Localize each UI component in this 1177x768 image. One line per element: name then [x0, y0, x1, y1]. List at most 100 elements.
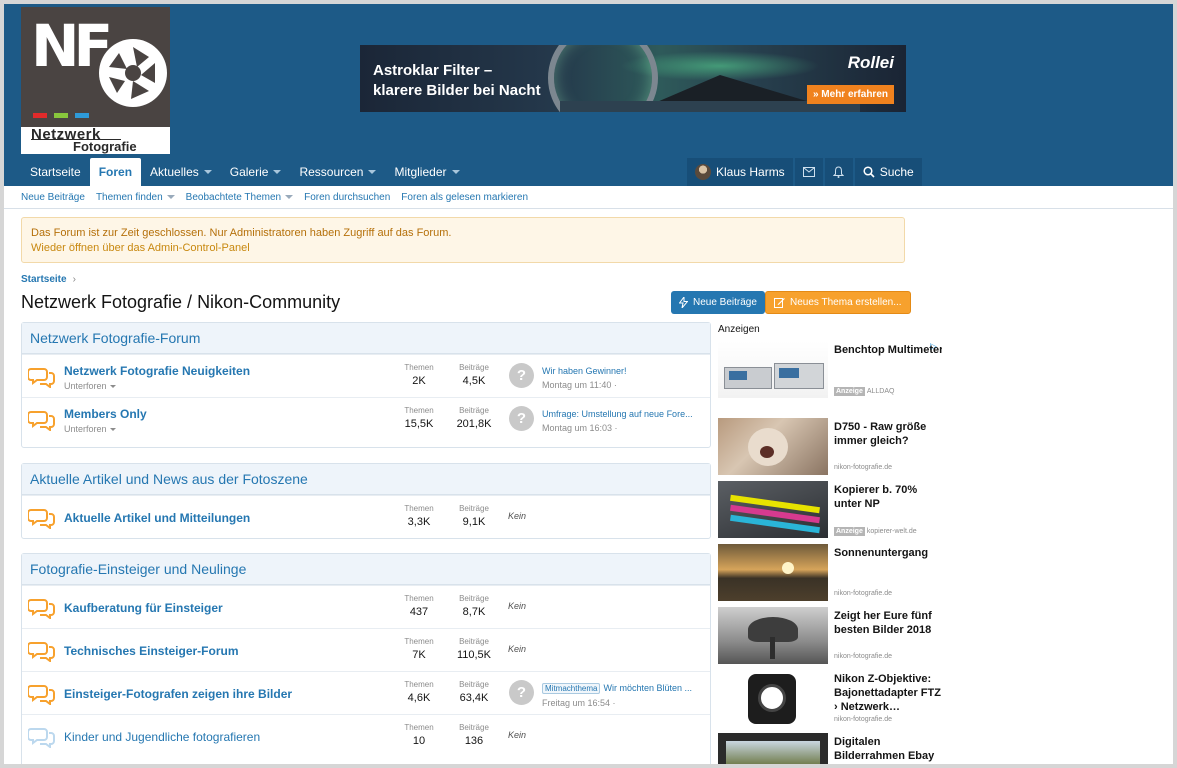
forum-link[interactable]: Aktuelle Artikel und Mitteilungen	[64, 511, 250, 525]
user-menu[interactable]: Klaus Harms	[687, 158, 793, 186]
nav-tab-aktuelles[interactable]: Aktuelles	[141, 158, 221, 186]
subnav-new-posts[interactable]: Neue Beiträge	[21, 192, 85, 203]
nav-tab-galerie[interactable]: Galerie	[221, 158, 291, 186]
ad-item[interactable]: Nikon Z-Objektive: Bajonettadapter FTZ ›…	[718, 670, 942, 730]
last-post-date[interactable]: Freitag um 16:54 ·	[542, 696, 707, 710]
last-post-date[interactable]: Montag um 16:03 ·	[542, 421, 707, 435]
banner-headline-line2: klarere Bilder bei Nacht	[373, 82, 541, 99]
sidebar-ads: ▷ Benchtop Multimeter Anzeige ALLDAQ D750…	[718, 338, 942, 768]
ad-item[interactable]: Zeigt her Eure fünf besten Bilder 2018 n…	[718, 607, 942, 667]
chevron-down-icon[interactable]	[273, 170, 282, 174]
thread-prefix-tag[interactable]: Mitmachthema	[542, 683, 601, 694]
stat-value: 4,5K	[462, 375, 486, 387]
chevron-down-icon	[109, 384, 116, 388]
stat-label: Beiträge	[459, 723, 489, 732]
forum-row: Einsteiger-Fotografen zeigen ihre Bilder…	[22, 671, 710, 714]
forum-link[interactable]: Technisches Einsteiger-Forum	[64, 644, 239, 658]
user-name: Klaus Harms	[716, 165, 785, 179]
forum-row: Members Only Unterforen Themen 15,5K Beit…	[22, 397, 710, 444]
avatar[interactable]: ?	[509, 363, 534, 388]
breadcrumb-separator: ›	[72, 274, 76, 285]
nav-tab-label: Ressourcen	[299, 165, 364, 179]
forum-link[interactable]: Netzwerk Fotografie Neuigkeiten	[64, 364, 250, 378]
nav-tab-ressourcen[interactable]: Ressourcen	[290, 158, 385, 186]
ad-image	[718, 544, 828, 601]
admin-panel-link[interactable]: Wieder öffnen über das Admin-Control-Pan…	[31, 241, 895, 256]
ad-source: Anzeige ALLDAQ	[834, 387, 894, 396]
subnav-find-threads[interactable]: Themen finden	[96, 192, 175, 203]
last-post-link[interactable]: Umfrage: Umstellung auf neue Fore...	[542, 407, 707, 421]
avatar[interactable]: ?	[509, 680, 534, 705]
category-title[interactable]: Aktuelle Artikel und News aus der Fotosz…	[22, 464, 710, 495]
subnav-mark-read[interactable]: Foren als gelesen markieren	[401, 192, 528, 203]
chevron-down-icon[interactable]	[451, 170, 460, 174]
forum-link[interactable]: Kinder und Jugendliche fotografieren	[64, 730, 260, 744]
category-block: Fotografie-Einsteiger und Neulinge Kaufb…	[21, 553, 711, 768]
breadcrumb-home-link[interactable]: Startseite	[21, 274, 67, 285]
nav-tab-startseite[interactable]: Startseite	[21, 158, 90, 186]
category-title[interactable]: Netzwerk Fotografie-Forum	[22, 323, 710, 354]
subnav-label: Themen finden	[95, 191, 163, 203]
ad-source-name: ALLDAQ	[866, 388, 895, 395]
edit-icon	[774, 298, 785, 308]
search-button[interactable]: Suche	[854, 158, 922, 186]
post-count: Beiträge 63,4K	[449, 679, 499, 707]
banner-ad[interactable]: Astroklar Filter – klarere Bilder bei Na…	[360, 45, 906, 112]
main-nav: Startseite Foren Aktuelles Galerie Resso…	[21, 158, 469, 186]
site-logo[interactable]: NF Netzwerk Fotografie	[21, 7, 170, 154]
forum-bubbles-icon	[28, 685, 55, 705]
stat-value: 3,3K	[407, 516, 431, 528]
page-title: Netzwerk Fotografie / Nikon-Community	[21, 292, 341, 312]
subforums-toggle[interactable]: Unterforen	[64, 381, 116, 391]
ad-item[interactable]: Digitalen Bilderrahmen Ebay kaufen	[718, 733, 942, 768]
ad-item[interactable]: Benchtop Multimeter Anzeige ALLDAQ	[718, 341, 942, 401]
last-post-link[interactable]: Wir möchten Blüten ...	[603, 683, 692, 693]
forum-link[interactable]: Members Only	[64, 407, 147, 421]
ad-item[interactable]: Kopierer b. 70% unter NP Anzeige kopierer…	[718, 481, 942, 541]
chevron-down-icon[interactable]	[285, 195, 294, 199]
stat-value: 201,8K	[456, 418, 492, 430]
chevron-down-icon[interactable]	[368, 170, 377, 174]
subnav-watched-threads[interactable]: Beobachtete Themen	[186, 192, 294, 203]
nav-tab-foren[interactable]: Foren	[89, 158, 142, 186]
chevron-down-icon[interactable]	[166, 195, 175, 199]
forum-bubbles-read-icon	[28, 728, 55, 748]
thread-count: Themen 10	[394, 722, 444, 750]
subnav-search-forums[interactable]: Foren durchsuchen	[304, 192, 390, 203]
breadcrumb: Startseite ›	[21, 274, 76, 285]
post-count: Beiträge 4,5K	[449, 362, 499, 390]
ad-headline: Zeigt her Eure fünf besten Bilder 2018	[834, 610, 932, 636]
subnav-label: Foren als gelesen markieren	[401, 191, 529, 203]
ad-image	[718, 481, 828, 538]
thread-count: Themen 4,6K	[394, 679, 444, 707]
category-block: Netzwerk Fotografie-Forum Netzwerk Fotog…	[21, 322, 711, 448]
last-post-link[interactable]: Wir haben Gewinner!	[542, 364, 707, 378]
no-last-post: Kein	[508, 511, 527, 521]
forum-link[interactable]: Kaufberatung für Einsteiger	[64, 601, 223, 615]
chevron-down-icon[interactable]	[203, 170, 212, 174]
nav-tab-label: Foren	[98, 165, 133, 179]
forum-bubbles-icon	[28, 368, 55, 388]
new-thread-button[interactable]: Neues Thema erstellen...	[765, 291, 911, 314]
ad-item[interactable]: D750 - Raw größe immer gleich? nikon-fot…	[718, 418, 942, 478]
envelope-icon	[802, 167, 815, 177]
stat-value: 9,1K	[462, 516, 486, 528]
ad-item[interactable]: Sonnenuntergang nikon-fotografie.de	[718, 544, 942, 604]
alerts-button[interactable]	[824, 158, 853, 186]
stat-label: Beiträge	[459, 594, 489, 603]
banner-cta-button[interactable]: » Mehr erfahren	[806, 85, 894, 104]
forum-link[interactable]: Einsteiger-Fotografen zeigen ihre Bilder	[64, 687, 292, 701]
notice-text: Das Forum ist zur Zeit geschlossen. Nur …	[31, 227, 452, 239]
new-posts-button[interactable]: Neue Beiträge	[671, 291, 765, 314]
sub-nav: Neue Beiträge Themen finden Beobachtete …	[4, 186, 1173, 209]
inbox-button[interactable]	[794, 158, 823, 186]
thread-count: Themen 437	[394, 593, 444, 621]
subforums-toggle[interactable]: Unterforen	[64, 424, 116, 434]
ad-source-name: nikon-fotografie.de	[834, 653, 892, 660]
category-title[interactable]: Fotografie-Einsteiger und Neulinge	[22, 554, 710, 585]
avatar[interactable]: ?	[509, 406, 534, 431]
nav-tab-mitglieder[interactable]: Mitglieder	[385, 158, 468, 186]
logo-line2: Fotografie	[73, 139, 137, 154]
ad-image	[718, 607, 828, 664]
last-post-date[interactable]: Montag um 11:40 ·	[542, 378, 707, 392]
